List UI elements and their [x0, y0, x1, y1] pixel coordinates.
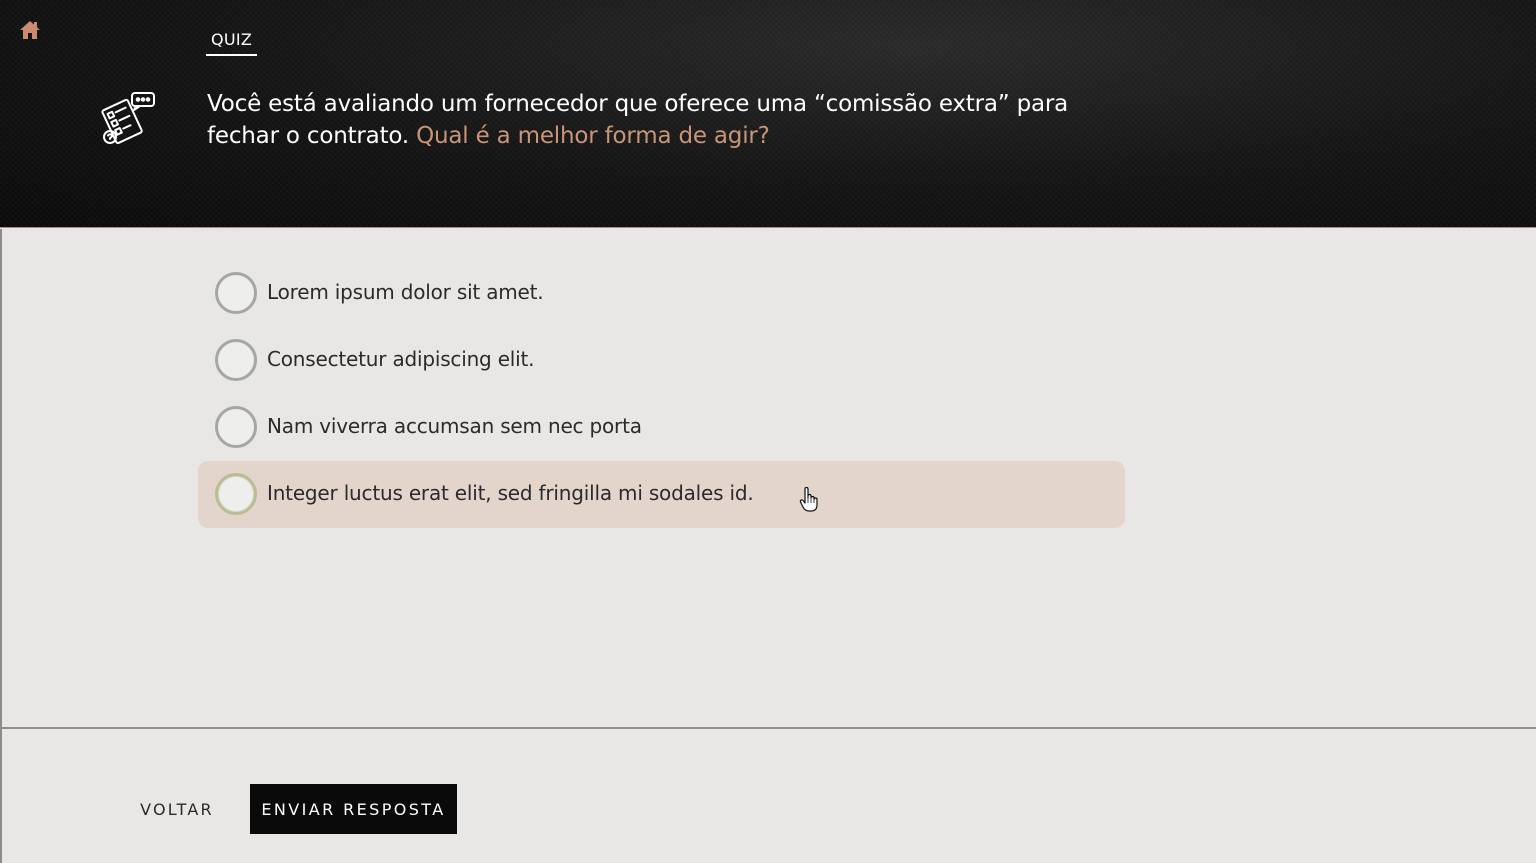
question-accent: Qual é a melhor forma de agir?	[416, 123, 770, 149]
answer-label: Lorem ipsum dolor sit amet.	[267, 280, 544, 304]
checklist-chat-icon	[98, 89, 158, 149]
question-text: Você está avaliando um fornecedor que of…	[207, 88, 1107, 152]
answer-option-4[interactable]: Integer luctus erat elit, sed fringilla …	[198, 461, 1125, 528]
radio-button[interactable]	[215, 339, 257, 381]
submit-answer-button[interactable]: ENVIAR RESPOSTA	[250, 784, 457, 834]
tab-quiz[interactable]: QUIZ	[206, 30, 258, 56]
quiz-footer: VOLTAR ENVIAR RESPOSTA	[0, 729, 1536, 863]
answer-label: Consectetur adipiscing elit.	[267, 347, 535, 371]
hand-cursor-icon	[799, 486, 819, 513]
home-icon[interactable]	[19, 19, 41, 41]
answer-options-panel: Lorem ipsum dolor sit amet. Consectetur …	[0, 229, 1536, 727]
answer-label: Nam viverra accumsan sem nec porta	[267, 414, 642, 438]
radio-button[interactable]	[215, 272, 257, 314]
answer-label: Integer luctus erat elit, sed fringilla …	[267, 481, 754, 505]
answer-option-3[interactable]: Nam viverra accumsan sem nec porta	[198, 394, 1125, 461]
radio-button[interactable]	[215, 406, 257, 448]
radio-button[interactable]	[215, 473, 257, 515]
answer-option-2[interactable]: Consectetur adipiscing elit.	[198, 327, 1125, 394]
back-button[interactable]: VOLTAR	[128, 785, 226, 833]
answer-option-1[interactable]: Lorem ipsum dolor sit amet.	[198, 260, 1125, 327]
quiz-header: QUIZ Você está avaliando um fornecedor q…	[0, 0, 1536, 228]
